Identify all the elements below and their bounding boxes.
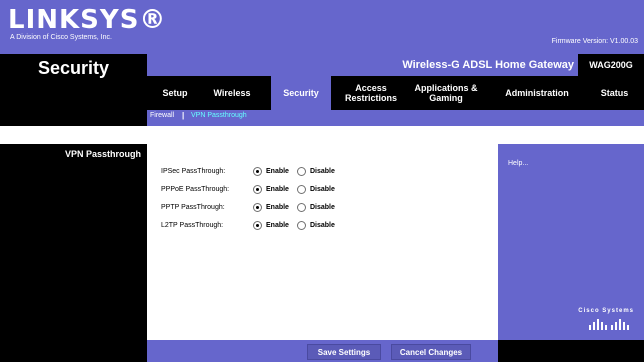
ipsec-enable-radio[interactable]: [253, 166, 262, 176]
pppoe-disable-radio[interactable]: [296, 184, 306, 194]
main-tabs: Setup Wireless Security Access Restricti…: [147, 76, 644, 110]
tab-access-restrictions[interactable]: Access Restrictions: [339, 76, 403, 110]
pptp-disable-label: Disable: [309, 203, 335, 211]
l2tp-disable-label: Disable: [309, 221, 335, 229]
subtab-separator: |: [182, 111, 185, 120]
footer-bar: Save Settings Cancel Changes: [147, 340, 498, 362]
tab-applications-gaming[interactable]: Applications & Gaming: [409, 76, 483, 110]
pppoe-label: PPPoE PassThrough:: [161, 185, 230, 193]
pppoe-row: PPPoE PassThrough: Enable Disable: [161, 182, 343, 196]
divider-strip: [0, 126, 644, 144]
sidebar: VPN Passthrough: [0, 144, 147, 340]
sidebar-heading: VPN Passthrough: [64, 149, 141, 159]
linksys-logo: LINKSYS®: [8, 5, 167, 35]
help-panel: Help... Cisco Systems: [498, 144, 644, 340]
l2tp-disable-radio[interactable]: [296, 220, 306, 230]
ipsec-disable-label: Disable: [309, 167, 335, 175]
model-badge: WAG200G: [578, 54, 644, 76]
pptp-enable-radio[interactable]: [253, 202, 262, 212]
cancel-changes-button[interactable]: Cancel Changes: [391, 344, 471, 360]
footer-right: [498, 340, 644, 362]
l2tp-label: L2TP PassThrough:: [161, 221, 224, 229]
pptp-enable-label: Enable: [266, 203, 289, 211]
pppoe-disable-label: Disable: [309, 185, 335, 193]
tab-status[interactable]: Status: [587, 76, 642, 110]
firmware-version: Firmware Version: V1.00.03: [551, 38, 638, 45]
tab-wireless[interactable]: Wireless: [203, 76, 261, 110]
pptp-row: PPTP PassThrough: Enable Disable: [161, 200, 343, 214]
ipsec-enable-label: Enable: [266, 167, 289, 175]
logo-subtitle: A Division of Cisco Systems, Inc.: [10, 34, 112, 41]
help-link[interactable]: Help...: [508, 160, 528, 167]
subtab-vpn-passthrough[interactable]: VPN Passthrough: [191, 112, 247, 119]
l2tp-row: L2TP PassThrough: Enable Disable: [161, 218, 343, 232]
ipsec-label: IPSec PassThrough:: [161, 167, 226, 175]
sub-tabs: Firewall | VPN Passthrough: [147, 110, 644, 126]
settings-form: IPSec PassThrough: Enable Disable PPPoE …: [147, 144, 498, 340]
header-banner: LINKSYS® A Division of Cisco Systems, In…: [0, 0, 644, 54]
subtab-firewall[interactable]: Firewall: [150, 112, 174, 119]
ipsec-row: IPSec PassThrough: Enable Disable: [161, 164, 343, 178]
footer-left: [0, 340, 147, 362]
l2tp-enable-label: Enable: [266, 221, 289, 229]
product-name: Wireless-G ADSL Home Gateway: [402, 59, 574, 71]
tab-security[interactable]: Security: [271, 76, 331, 110]
l2tp-enable-radio[interactable]: [253, 220, 262, 230]
product-bar: Wireless-G ADSL Home Gateway WAG200G: [147, 54, 644, 76]
cisco-systems-logo: Cisco Systems: [578, 308, 634, 314]
pppoe-enable-radio[interactable]: [253, 184, 262, 194]
ipsec-disable-radio[interactable]: [296, 166, 306, 176]
pptp-disable-radio[interactable]: [296, 202, 306, 212]
cisco-bars-icon: [589, 319, 629, 330]
pppoe-enable-label: Enable: [266, 185, 289, 193]
page-title: Security: [37, 58, 110, 78]
tab-administration[interactable]: Administration: [489, 76, 585, 110]
pptp-label: PPTP PassThrough:: [161, 203, 225, 211]
save-settings-button[interactable]: Save Settings: [307, 344, 381, 360]
tab-setup[interactable]: Setup: [153, 76, 197, 110]
